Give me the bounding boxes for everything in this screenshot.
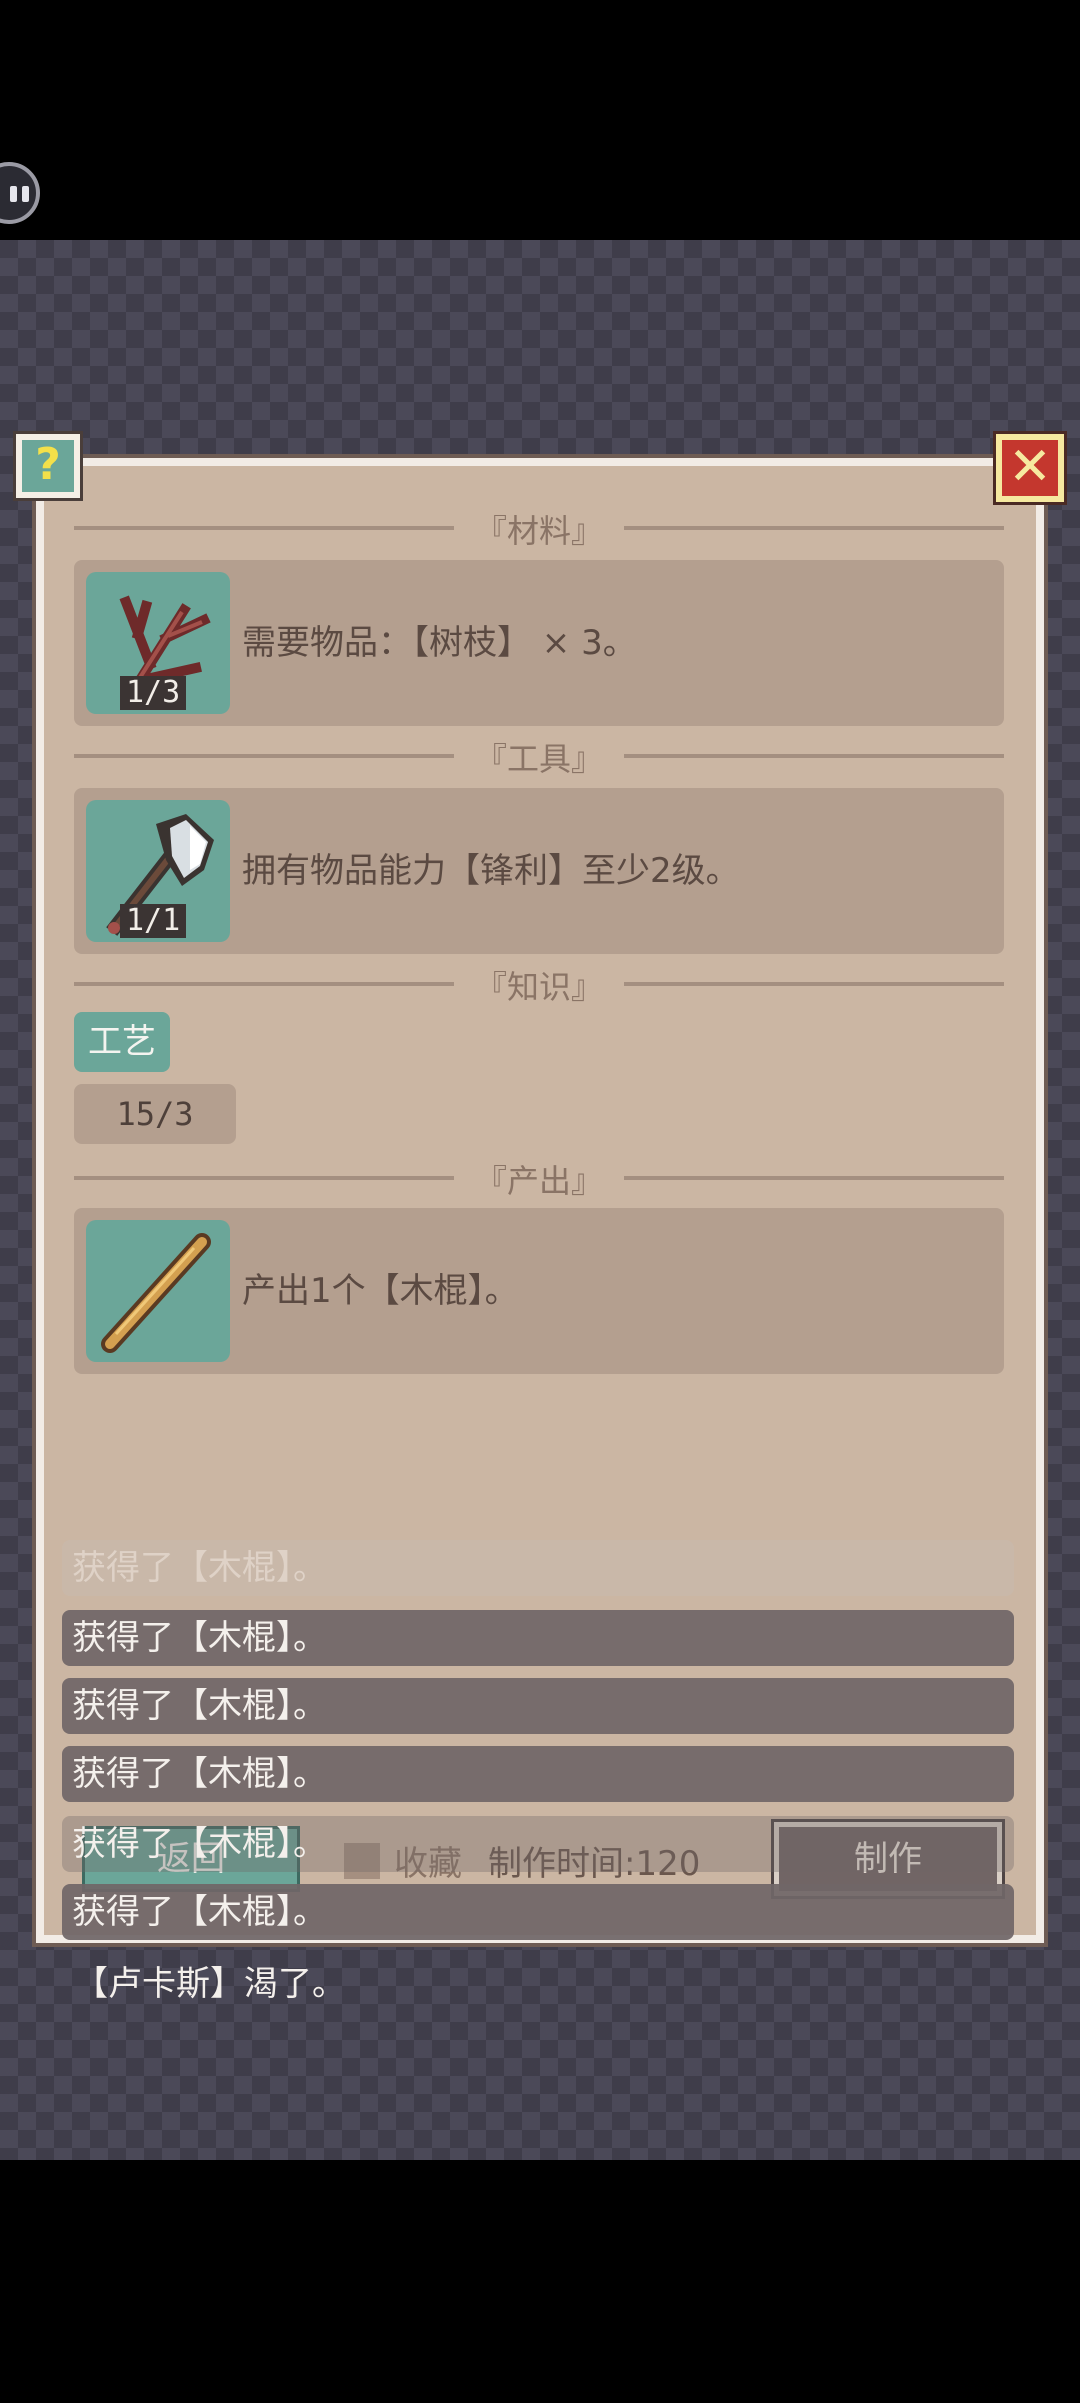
log-line: 获得了【木棍】。 (62, 1610, 1014, 1666)
tool-count: 1/1 (120, 904, 187, 938)
help-button[interactable]: ? (16, 434, 80, 498)
material-row[interactable]: 1/3 需要物品：【树枝】 × 3。 (74, 560, 1004, 726)
close-button[interactable]: ✕ (996, 434, 1064, 502)
materials-title: 『材料』 (474, 512, 603, 550)
knowledge-tag-craft[interactable]: 工艺 (74, 1012, 170, 1072)
pause-icon (10, 186, 17, 202)
tool-requirement: 拥有物品能力【锋利】至少2级。 (242, 851, 740, 891)
axe-icon: 1/1 (86, 800, 230, 942)
log-line: 获得了【木棍】。 (62, 1816, 1014, 1872)
knowledge-level: 15/3 (74, 1084, 236, 1144)
log-line: 获得了【木棍】。 (62, 1884, 1014, 1940)
top-black-bar (0, 0, 1080, 240)
knowledge-title: 『知识』 (474, 968, 603, 1006)
log-line: 获得了【木棍】。 (62, 1678, 1014, 1734)
tools-title: 『工具』 (474, 740, 603, 778)
tools-header: 『工具』 (74, 734, 1004, 778)
material-count: 1/3 (120, 676, 187, 710)
materials-header: 『材料』 (74, 506, 1004, 550)
output-header: 『产出』 (74, 1156, 1004, 1200)
log-line: 获得了【木棍】。 (62, 1746, 1014, 1802)
pause-icon-bar (22, 186, 29, 202)
branch-icon: 1/3 (86, 572, 230, 714)
wooden-stick-icon (86, 1220, 230, 1362)
wooden-stick-icon-graphic (101, 1233, 211, 1353)
tool-row[interactable]: 1/1 拥有物品能力【锋利】至少2级。 (74, 788, 1004, 954)
output-row[interactable]: 产出1个【木棍】。 (74, 1208, 1004, 1374)
material-requirement: 需要物品：【树枝】 × 3。 (242, 623, 637, 663)
status-message: 【卢卡斯】渴了。 (74, 1964, 346, 2004)
output-description: 产出1个【木棍】。 (242, 1271, 519, 1311)
knowledge-header: 『知识』 (74, 962, 1004, 1006)
output-title: 『产出』 (474, 1162, 603, 1200)
bottom-black-bar (0, 2160, 1080, 2403)
log-line-faded: 获得了【木棍】。 (62, 1540, 1014, 1596)
